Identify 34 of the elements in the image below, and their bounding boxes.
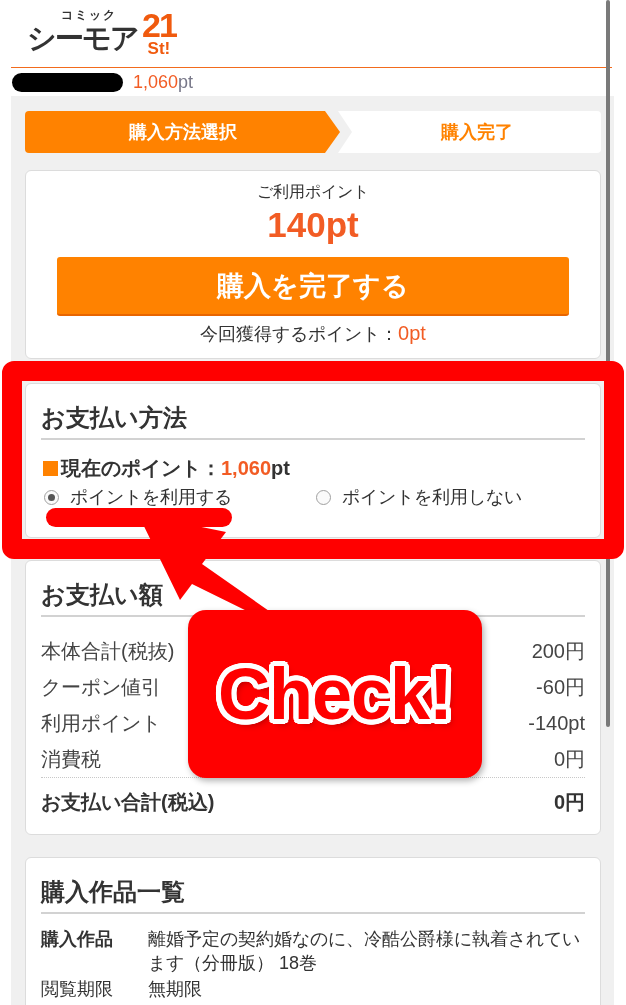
total-value: 0円 — [553, 790, 585, 814]
square-bullet-icon — [43, 460, 58, 476]
amount-value: -140pt — [528, 711, 585, 735]
amount-value: 200円 — [531, 639, 585, 663]
radio-button[interactable] — [316, 489, 331, 505]
progress-step: 購入完了 — [338, 111, 601, 153]
detail-label: 閲覧期限 — [41, 978, 114, 1001]
points-label: ご利用ポイント — [256, 182, 370, 202]
scrollbar-thumb[interactable] — [606, 0, 610, 727]
amount-label: 利用ポイント — [41, 711, 161, 735]
detail-label: 購入作品 — [41, 928, 114, 951]
section-title: 購入作品一覧 — [41, 880, 185, 904]
progress-step: 購入方法選択 — [25, 111, 340, 153]
amount-value: 0円 — [553, 747, 585, 771]
earned-points-text: 今回獲得するポイント：0pt — [199, 321, 427, 346]
logo-suffix: St! — [147, 40, 171, 57]
amount-label: クーポン値引 — [41, 675, 161, 699]
detail-value: 無期限 — [148, 978, 203, 1001]
section-title: お支払い方法 — [41, 406, 187, 430]
radio-label[interactable]: ポイントを利用しない — [342, 486, 522, 508]
section-title: お支払い額 — [41, 583, 163, 607]
points-amount: 140pt — [266, 205, 360, 245]
radio-button[interactable] — [44, 489, 59, 505]
amount-value: -60円 — [536, 675, 585, 699]
logo-number: 21 — [142, 11, 176, 40]
logo-subtitle: コミック — [61, 9, 118, 22]
current-points-text: 現在のポイント：1,060pt — [61, 456, 290, 480]
radio-label[interactable]: ポイントを利用する — [70, 486, 232, 508]
detail-value: 離婚予定の契約婚なのに、冷酷公爵様に執着されています（分冊版） 18巻 — [148, 928, 581, 975]
amount-label: 本体合計(税抜) — [41, 639, 175, 663]
points-balance: 1,060pt — [133, 72, 194, 92]
total-label: お支払い合計(税込) — [41, 790, 215, 814]
amount-label: 消費税 — [41, 747, 101, 771]
logo-text: シーモア — [27, 22, 138, 55]
